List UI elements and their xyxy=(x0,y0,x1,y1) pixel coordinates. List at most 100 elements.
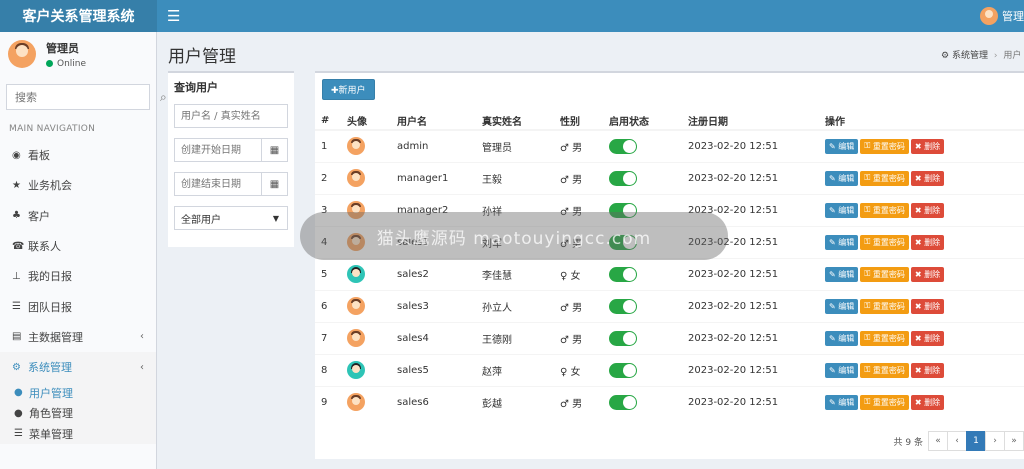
sidebar-item-opportunities[interactable]: ★ 业务机会 xyxy=(0,170,156,200)
pagination-page-1[interactable]: 1 xyxy=(966,431,986,451)
edit-button[interactable]: ✎ 编辑 xyxy=(825,266,859,282)
avatar xyxy=(347,329,365,347)
edit-button[interactable]: ✎ 编辑 xyxy=(825,298,859,314)
row-index: 1 xyxy=(315,129,341,162)
reset-password-button[interactable]: ⚿ 重置密码 xyxy=(860,394,909,410)
reset-password-button[interactable]: ⚿ 重置密码 xyxy=(860,202,909,218)
add-user-button[interactable]: ✚新用户 xyxy=(322,79,375,100)
calendar-icon[interactable]: ▦ xyxy=(261,173,287,195)
key-icon: ⚿ xyxy=(864,237,871,246)
sidebar-subitem-roles[interactable]: ● 角色管理 xyxy=(0,403,156,424)
row-username: sales1 xyxy=(391,225,476,258)
key-icon: ⚿ xyxy=(864,141,871,151)
app-logo[interactable]: 客户关系管理系统 xyxy=(0,0,157,32)
dashboard-icon: ◉ xyxy=(12,149,21,161)
end-date-input[interactable] xyxy=(175,173,261,195)
delete-button[interactable]: ✖ 删除 xyxy=(910,234,945,250)
reset-label: 重置密码 xyxy=(872,269,905,279)
sidebar-item-contacts[interactable]: ☎ 联系人 xyxy=(0,231,156,261)
key-icon: ⚿ xyxy=(864,269,871,278)
online-dot-icon xyxy=(46,60,53,67)
pencil-icon: ✎ xyxy=(829,365,836,375)
breadcrumb-current: 用户 xyxy=(1003,51,1022,61)
delete-button[interactable]: ✖ 删除 xyxy=(910,298,945,314)
pencil-icon: ✎ xyxy=(829,301,836,311)
enabled-toggle[interactable] xyxy=(609,330,637,346)
start-date-input[interactable] xyxy=(175,139,261,161)
reset-password-button[interactable]: ⚿ 重置密码 xyxy=(860,330,909,346)
row-gender: ♂ 男 xyxy=(554,321,603,354)
reset-password-button[interactable]: ⚿ 重置密码 xyxy=(860,266,909,282)
table-row: 7 sales4 王德刚 ♂ 男 2023-02-20 12:51 ✎ 编辑 ⚿ 重置密码 ✖… xyxy=(315,321,1024,354)
trash-icon: ✖ xyxy=(914,397,922,407)
trash-icon: ✖ xyxy=(914,301,922,311)
delete-button[interactable]: ✖ 删除 xyxy=(910,362,945,378)
user-type-select[interactable]: 全部用户 ▼ xyxy=(174,206,288,230)
col-avatar: 头像 xyxy=(341,112,391,131)
col-username: 用户名 xyxy=(391,112,476,131)
col-status: 启用状态 xyxy=(603,112,682,131)
row-gender: ♀ 女 xyxy=(554,257,603,290)
reset-password-button[interactable]: ⚿ 重置密码 xyxy=(860,362,909,378)
edit-button[interactable]: ✎ 编辑 xyxy=(825,170,859,186)
pagination-prev[interactable]: ‹ xyxy=(947,431,967,451)
enabled-toggle[interactable] xyxy=(609,202,637,218)
enabled-toggle[interactable] xyxy=(609,298,637,314)
pagination-last[interactable]: » xyxy=(1004,431,1024,451)
delete-button[interactable]: ✖ 删除 xyxy=(910,394,945,410)
reset-password-button[interactable]: ⚿ 重置密码 xyxy=(860,298,909,314)
edit-label: 编辑 xyxy=(838,397,855,407)
sidebar-item-master-data[interactable]: ▤ 主数据管理 ‹ xyxy=(0,322,156,352)
pagination-next[interactable]: › xyxy=(985,431,1005,451)
row-gender: ♂ 男 xyxy=(554,289,603,322)
delete-button[interactable]: ✖ 删除 xyxy=(910,138,945,154)
user-type-selected: 全部用户 xyxy=(181,214,221,226)
delete-button[interactable]: ✖ 删除 xyxy=(910,266,945,282)
reset-password-button[interactable]: ⚿ 重置密码 xyxy=(860,170,909,186)
search-icon[interactable]: ⌕ xyxy=(160,90,167,105)
sidebar-item-customers[interactable]: ♣ 客户 xyxy=(0,201,156,231)
sidebar-subitem-menus[interactable]: ☰ 菜单管理 xyxy=(0,423,156,444)
user-list-box: ✚新用户 # 头像 用户名 真实姓名 性别 启用状态 注册日期 操作 1 admi… xyxy=(315,71,1024,459)
edit-button[interactable]: ✎ 编辑 xyxy=(825,234,859,250)
sidebar-search-input[interactable] xyxy=(7,85,160,109)
sidebar-subitem-users[interactable]: ● 用户管理 xyxy=(0,382,156,403)
avatar xyxy=(347,393,365,412)
edit-button[interactable]: ✎ 编辑 xyxy=(825,362,859,378)
row-avatar-cell xyxy=(341,129,391,162)
enabled-toggle[interactable] xyxy=(609,234,637,250)
enabled-toggle[interactable] xyxy=(609,362,637,378)
edit-button[interactable]: ✎ 编辑 xyxy=(825,138,859,154)
calendar-icon[interactable]: ▦ xyxy=(261,139,287,161)
sidebar-item-dashboard[interactable]: ◉ 看板 xyxy=(0,140,156,170)
sidebar-item-team-daily[interactable]: ☰ 团队日报 xyxy=(0,291,156,321)
enabled-toggle[interactable] xyxy=(609,394,637,410)
row-realname: 赵萍 xyxy=(476,353,554,386)
row-avatar-cell xyxy=(341,161,391,194)
sidebar-item-system[interactable]: ⚙ 系统管理 ‹ xyxy=(0,352,156,383)
trash-icon: ✖ xyxy=(914,333,922,343)
name-filter-input[interactable] xyxy=(175,105,287,127)
enabled-toggle[interactable] xyxy=(609,266,637,282)
start-date-filter: ▦ xyxy=(174,138,288,162)
reset-label: 重置密码 xyxy=(872,173,905,183)
top-user-menu[interactable]: 管理 xyxy=(980,0,1024,32)
reset-password-button[interactable]: ⚿ 重置密码 xyxy=(860,234,909,250)
reset-label: 重置密码 xyxy=(872,141,905,151)
delete-button[interactable]: ✖ 删除 xyxy=(910,202,945,218)
pagination-first[interactable]: « xyxy=(928,431,948,451)
delete-button[interactable]: ✖ 删除 xyxy=(910,330,945,346)
enabled-toggle[interactable] xyxy=(609,170,637,186)
delete-label: 删除 xyxy=(924,333,941,343)
enabled-toggle[interactable] xyxy=(609,138,637,154)
breadcrumb-system[interactable]: 系统管理 xyxy=(952,51,988,61)
hamburger-menu-icon[interactable]: ☰ xyxy=(167,7,180,25)
reset-password-button[interactable]: ⚿ 重置密码 xyxy=(860,138,909,154)
row-gender: ♂ 男 xyxy=(554,385,603,418)
delete-button[interactable]: ✖ 删除 xyxy=(910,170,945,186)
edit-button[interactable]: ✎ 编辑 xyxy=(825,202,859,218)
pin-icon: ⊥ xyxy=(12,270,21,282)
edit-button[interactable]: ✎ 编辑 xyxy=(825,394,859,410)
edit-button[interactable]: ✎ 编辑 xyxy=(825,330,859,346)
sidebar-item-my-daily[interactable]: ⊥ 我的日报 xyxy=(0,261,156,291)
